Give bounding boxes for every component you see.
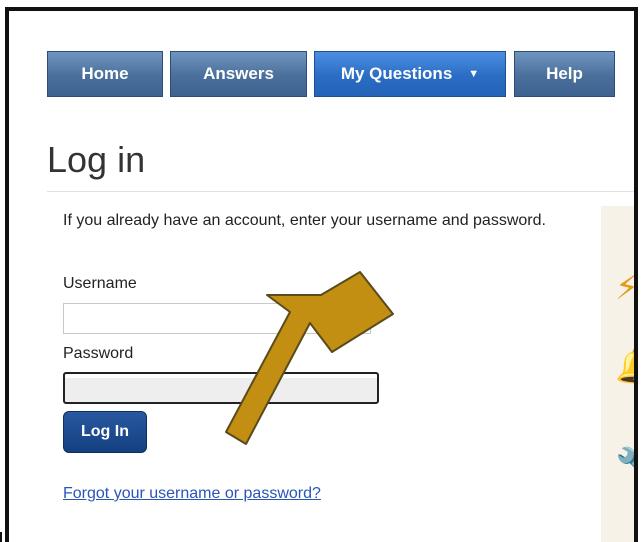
screenshot-frame: Home Answers My Questions ▼ Help Log in …	[5, 7, 638, 542]
corner-mark	[0, 532, 2, 542]
annotation-arrow	[225, 271, 394, 445]
arrow-shape	[225, 271, 394, 445]
